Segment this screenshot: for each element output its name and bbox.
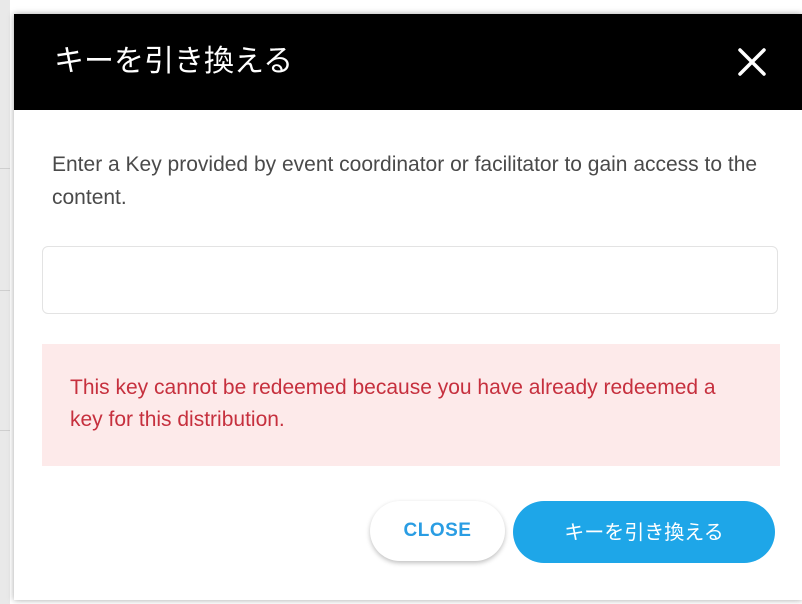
dialog-header: キーを引き換える xyxy=(14,14,802,110)
error-banner: This key cannot be redeemed because you … xyxy=(42,344,780,466)
redeem-key-button[interactable]: キーを引き換える xyxy=(513,501,775,563)
close-button[interactable]: CLOSE xyxy=(370,501,505,561)
error-message: This key cannot be redeemed because you … xyxy=(70,376,716,431)
backdrop-divider xyxy=(0,168,10,169)
dialog-title: キーを引き換える xyxy=(54,44,294,79)
close-icon[interactable] xyxy=(730,40,774,84)
redeem-key-dialog: キーを引き換える Enter a Key provided by event c… xyxy=(14,14,802,600)
key-input[interactable] xyxy=(42,246,778,314)
backdrop-divider xyxy=(0,290,10,291)
backdrop-divider xyxy=(0,430,10,431)
backdrop-page-edge xyxy=(0,0,10,604)
dialog-description: Enter a Key provided by event coordinato… xyxy=(52,153,758,209)
page: キーを引き換える Enter a Key provided by event c… xyxy=(0,0,802,604)
